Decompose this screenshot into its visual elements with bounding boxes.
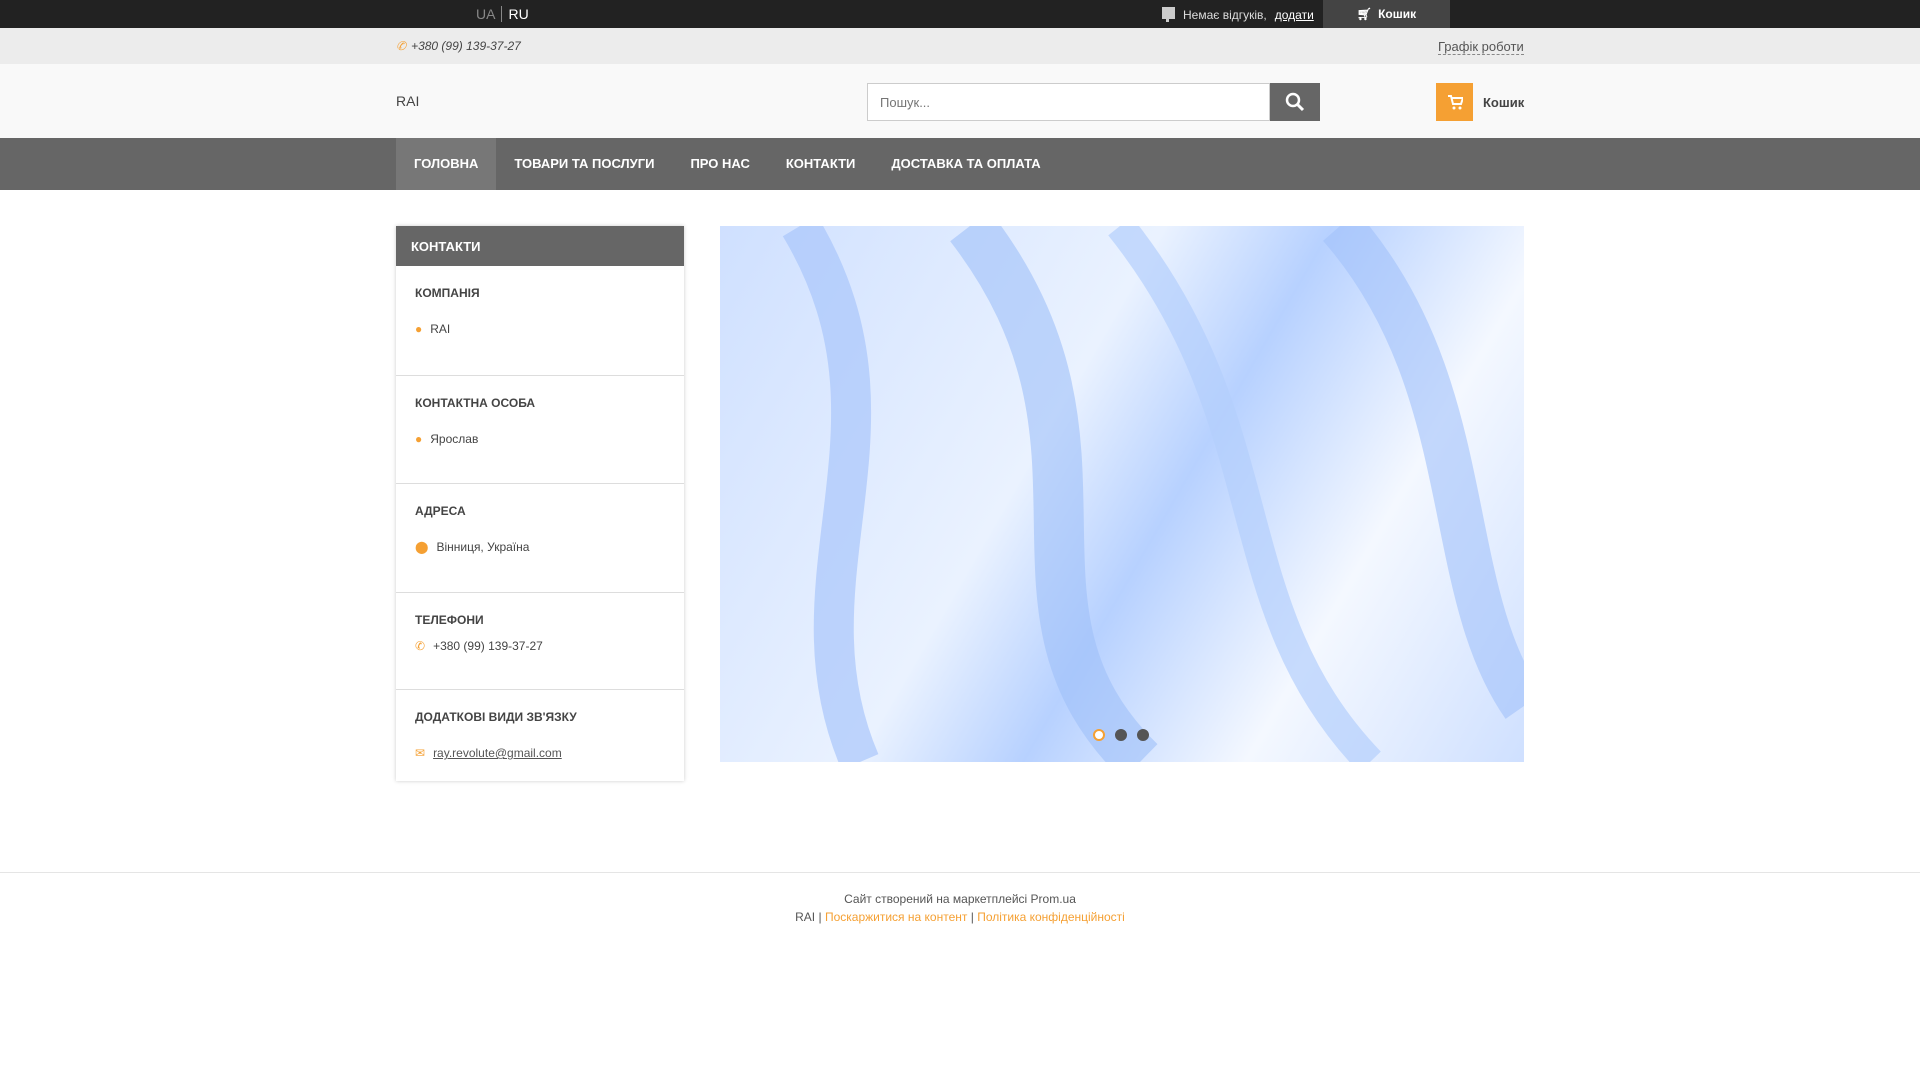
section-other-contacts: ДОДАТКОВІ ВИДИ ЗВ'ЯЗКУ ✉ ray.revolute@gma… <box>396 690 684 760</box>
cart-icon: 🛒︎ <box>1356 7 1373 21</box>
language-switcher: UA RU <box>476 6 529 22</box>
header-cart[interactable]: Кошик <box>1436 83 1524 121</box>
section-title: ДОДАТКОВІ ВИДИ ЗВ'ЯЗКУ <box>415 710 577 724</box>
header: RAI Кошик <box>0 64 1920 138</box>
section-address: АДРЕСА ⬤ Вінниця, Україна <box>396 484 684 593</box>
header-phone[interactable]: +380 (99) 139-37-27 <box>411 39 521 53</box>
lang-ua[interactable]: UA <box>476 6 503 22</box>
footer-company: RAI <box>795 910 816 924</box>
nav-about[interactable]: ПРО НАС <box>672 138 767 190</box>
search-input[interactable] <box>867 83 1270 121</box>
banner-waves <box>782 226 1524 762</box>
separator: | <box>970 910 974 924</box>
lang-ru[interactable]: RU <box>502 6 528 22</box>
person-icon: ● <box>415 432 423 446</box>
section-contact-person: КОНТАКТНА ОСОБА ● Ярослав <box>396 376 684 484</box>
section-title: КОМПАНІЯ <box>415 286 480 300</box>
section-phones: ТЕЛЕФОНИ ✆ +380 (99) 139-37-27 <box>396 593 684 690</box>
slider-dot[interactable] <box>1115 729 1127 741</box>
section-title: АДРЕСА <box>415 504 466 518</box>
company-name: RAI <box>430 322 451 336</box>
header-cart-label: Кошик <box>1483 94 1525 110</box>
schedule-link[interactable]: Графік роботи <box>1438 39 1524 55</box>
phone-icon: ✆ <box>415 639 426 653</box>
privacy-link[interactable]: Політика конфіденційності <box>977 910 1125 924</box>
search-button[interactable] <box>1270 83 1320 121</box>
logo[interactable]: RAI <box>396 93 419 109</box>
separator: | <box>818 910 822 924</box>
nav-home[interactable]: ГОЛОВНА <box>396 138 497 190</box>
top-bar: UA RU Немає відгуків, додати 🛒︎ Кошик <box>0 0 1920 28</box>
sidebar-title: КОНТАКТИ <box>396 226 684 266</box>
nav-contacts[interactable]: КОНТАКТИ <box>768 138 874 190</box>
phone-icon: ✆ <box>396 39 407 53</box>
phone-number[interactable]: +380 (99) 139-37-27 <box>433 639 543 653</box>
footer-credit: Сайт створений на маркетплейсі Prom.ua <box>844 892 1076 906</box>
location-pin-icon: ⬤ <box>415 540 429 554</box>
email-icon: ✉ <box>415 746 426 760</box>
main-nav: ГОЛОВНА ТОВАРИ ТА ПОСЛУГИ ПРО НАС КОНТАК… <box>0 138 1920 190</box>
phone-bar: ✆ +380 (99) 139-37-27 Графік роботи <box>0 28 1920 64</box>
comment-icon <box>1162 7 1175 22</box>
contacts-sidebar: КОНТАКТИ КОМПАНІЯ ● RAI КОНТАКТНА ОСОБА ●… <box>396 226 684 781</box>
banner-slider[interactable] <box>720 226 1524 762</box>
top-cart-button[interactable]: 🛒︎ Кошик <box>1323 0 1450 28</box>
address: Вінниця, Україна <box>436 540 530 554</box>
search-icon <box>1285 92 1305 112</box>
section-title: КОНТАКТНА ОСОБА <box>415 396 536 410</box>
cart-icon <box>1436 83 1473 121</box>
slider-dot[interactable] <box>1137 729 1149 741</box>
reviews: Немає відгуків, додати <box>1162 7 1314 23</box>
slider-dots <box>1093 729 1149 741</box>
email-link[interactable]: ray.revolute@gmail.com <box>433 746 562 760</box>
nav-delivery[interactable]: ДОСТАВКА ТА ОПЛАТА <box>873 138 1058 190</box>
section-title: ТЕЛЕФОНИ <box>415 613 484 627</box>
top-cart-label: Кошик <box>1378 7 1417 21</box>
slider-dot[interactable] <box>1093 729 1105 741</box>
complaint-link[interactable]: Поскаржитися на контент <box>825 910 967 924</box>
footer: Сайт створений на маркетплейсі Prom.ua R… <box>0 872 1920 926</box>
section-company: КОМПАНІЯ ● RAI <box>396 266 684 376</box>
reviews-text: Немає відгуків, <box>1183 8 1267 22</box>
company-icon: ● <box>415 322 423 336</box>
add-review-link[interactable]: додати <box>1275 8 1314 22</box>
nav-products[interactable]: ТОВАРИ ТА ПОСЛУГИ <box>496 138 672 190</box>
contact-person: Ярослав <box>430 432 479 446</box>
